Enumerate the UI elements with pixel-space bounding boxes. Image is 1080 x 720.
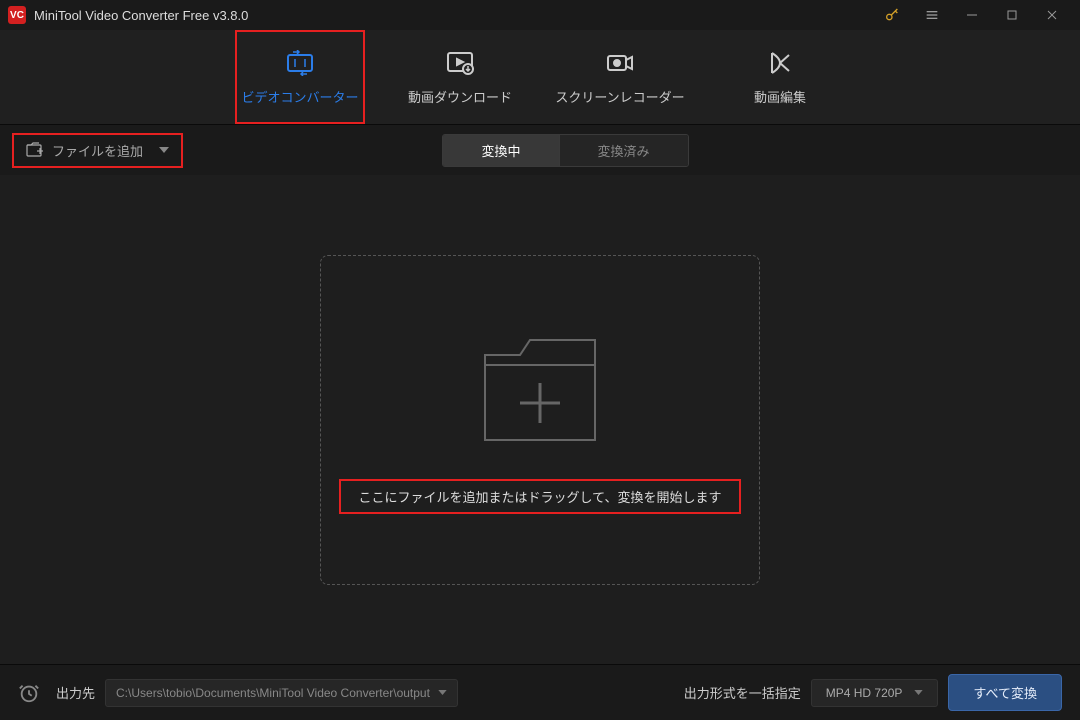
add-file-icon	[26, 142, 44, 158]
format-label: 出力形式を一括指定	[684, 683, 801, 702]
toolbar: ファイルを追加 変換中 変換済み	[0, 125, 1080, 175]
footer: 出力先 C:\Users\tobio\Documents\MiniTool Vi…	[0, 664, 1080, 720]
key-icon[interactable]	[872, 0, 912, 30]
download-icon	[445, 49, 475, 77]
output-path-select[interactable]: C:\Users\tobio\Documents\MiniTool Video …	[105, 679, 458, 707]
tab-editor[interactable]: 動画編集	[715, 30, 845, 124]
sub-tabs: 変換中 変換済み	[442, 134, 688, 167]
add-file-label: ファイルを追加	[52, 141, 143, 160]
tab-download-label: 動画ダウンロード	[408, 87, 512, 106]
clock-icon[interactable]	[18, 682, 40, 704]
tab-converter-label: ビデオコンバーター	[241, 87, 358, 106]
format-select[interactable]: MP4 HD 720P	[811, 679, 939, 707]
minimize-button[interactable]	[952, 0, 992, 30]
tab-download[interactable]: 動画ダウンロード	[395, 30, 525, 124]
tab-recorder-label: スクリーンレコーダー	[555, 87, 684, 106]
folder-plus-icon	[465, 325, 615, 455]
format-value: MP4 HD 720P	[826, 686, 903, 700]
titlebar: VC MiniTool Video Converter Free v3.8.0	[0, 0, 1080, 30]
chevron-down-icon	[438, 690, 447, 695]
converter-icon	[285, 49, 315, 77]
output-path-value: C:\Users\tobio\Documents\MiniTool Video …	[116, 686, 430, 700]
convert-all-button[interactable]: すべて変換	[948, 674, 1062, 711]
drop-zone[interactable]: ここにファイルを追加またはドラッグして、変換を開始します	[320, 255, 760, 585]
chevron-down-icon	[914, 690, 923, 695]
app-title: MiniTool Video Converter Free v3.8.0	[34, 8, 872, 23]
app-logo: VC	[8, 6, 26, 24]
tab-editor-label: 動画編集	[754, 87, 806, 106]
maximize-button[interactable]	[992, 0, 1032, 30]
recorder-icon	[605, 49, 635, 77]
subtab-converted[interactable]: 変換済み	[559, 135, 688, 166]
chevron-down-icon	[159, 147, 169, 153]
top-nav: ビデオコンバーター 動画ダウンロード スクリーンレコーダー 動画編集	[0, 30, 1080, 125]
add-file-button[interactable]: ファイルを追加	[12, 133, 183, 168]
main-area: ここにファイルを追加またはドラッグして、変換を開始します	[0, 175, 1080, 664]
tab-recorder[interactable]: スクリーンレコーダー	[555, 30, 685, 124]
menu-icon[interactable]	[912, 0, 952, 30]
editor-icon	[767, 49, 793, 77]
tab-converter[interactable]: ビデオコンバーター	[235, 30, 365, 124]
subtab-converting[interactable]: 変換中	[443, 135, 558, 166]
output-label: 出力先	[56, 683, 95, 702]
drop-zone-text: ここにファイルを追加またはドラッグして、変換を開始します	[339, 479, 742, 514]
close-button[interactable]	[1032, 0, 1072, 30]
